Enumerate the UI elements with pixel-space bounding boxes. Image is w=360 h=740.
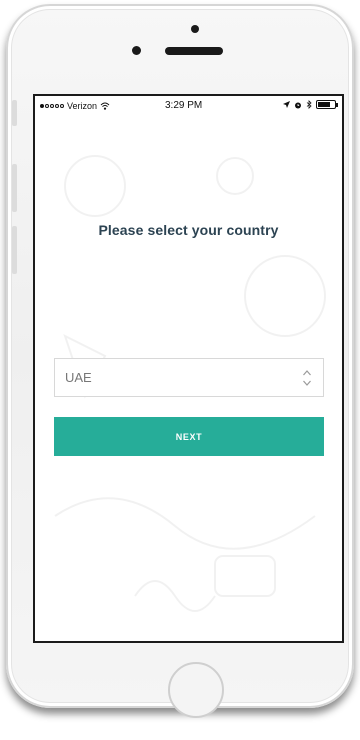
- signal-strength-icon: [40, 104, 64, 108]
- mute-switch: [12, 100, 17, 126]
- bluetooth-icon: [306, 100, 312, 109]
- volume-down-button: [12, 226, 17, 274]
- front-camera: [191, 25, 199, 33]
- proximity-sensor: [132, 46, 141, 55]
- next-button[interactable]: NEXT: [54, 417, 324, 456]
- alarm-icon: [295, 102, 301, 108]
- wifi-icon: [100, 102, 110, 110]
- status-icons: [283, 100, 338, 109]
- selected-country: UAE: [65, 370, 92, 385]
- status-bar: Verizon 3:29 PM: [35, 96, 342, 116]
- battery-icon: [316, 100, 338, 109]
- country-select[interactable]: UAE: [54, 358, 324, 397]
- chevron-up-down-icon: [303, 370, 311, 386]
- status-time: 3:29 PM: [165, 100, 203, 111]
- home-button[interactable]: [168, 662, 224, 718]
- location-arrow-icon: [283, 101, 290, 108]
- app-screen: Verizon 3:29 PM Please select your count…: [33, 94, 344, 643]
- page-title: Please select your country: [98, 222, 279, 238]
- carrier-name: Verizon: [67, 101, 98, 111]
- earpiece-speaker: [165, 47, 223, 55]
- battery-fill: [318, 102, 330, 107]
- volume-up-button: [12, 164, 17, 212]
